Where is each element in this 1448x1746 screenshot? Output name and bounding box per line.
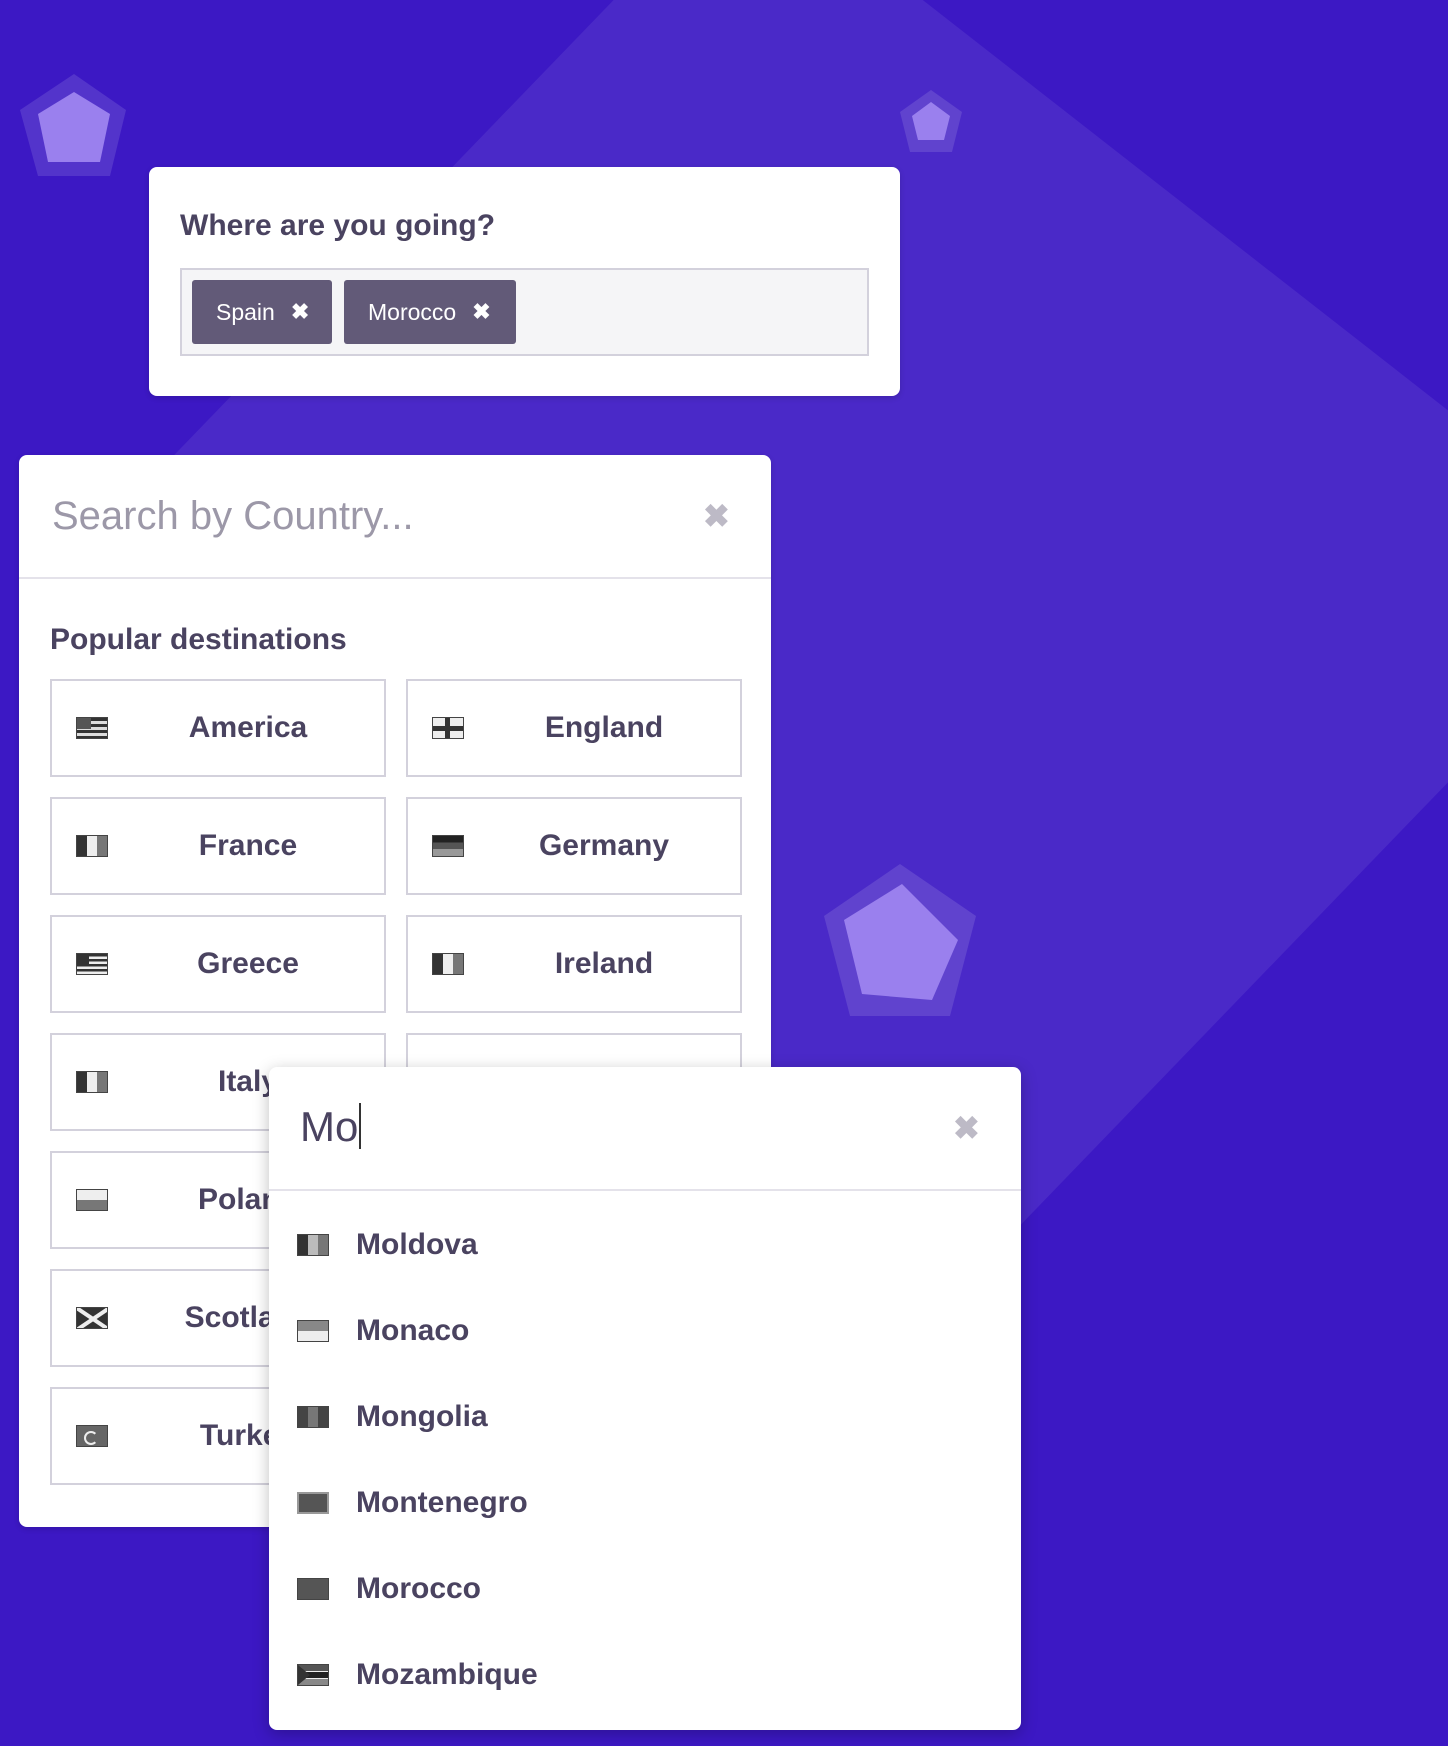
destination-question: Where are you going? bbox=[180, 209, 496, 242]
text-caret bbox=[359, 1103, 362, 1149]
flag-usa-icon bbox=[76, 717, 108, 739]
result-label: Mongolia bbox=[356, 1400, 488, 1433]
destination-greece[interactable]: Greece bbox=[50, 915, 386, 1013]
result-label: Montenegro bbox=[356, 1486, 528, 1519]
remove-tag-icon[interactable]: ✖ bbox=[472, 299, 490, 325]
destination-germany[interactable]: Germany bbox=[406, 797, 742, 895]
flag-greece-icon bbox=[76, 953, 108, 975]
tag-spain: Spain ✖ bbox=[192, 280, 332, 344]
tag-morocco: Morocco ✖ bbox=[344, 280, 516, 344]
flag-england-icon bbox=[432, 717, 464, 739]
tag-label: Morocco bbox=[368, 298, 457, 325]
flag-monaco-icon bbox=[297, 1320, 329, 1342]
destination-england[interactable]: England bbox=[406, 679, 742, 777]
pentagon-decoration-large-icon bbox=[824, 864, 976, 1016]
result-label: Monaco bbox=[356, 1314, 470, 1347]
flag-morocco-icon bbox=[297, 1578, 329, 1600]
destination-label: Germany bbox=[538, 829, 670, 862]
tag-label: Spain bbox=[216, 298, 275, 325]
flag-moldova-icon bbox=[297, 1234, 329, 1256]
destination-label: America bbox=[188, 711, 308, 744]
result-item-mongolia[interactable]: Mongolia bbox=[269, 1374, 1021, 1460]
clear-search-icon[interactable]: ✖ bbox=[953, 1109, 980, 1147]
destination-france[interactable]: France bbox=[50, 797, 386, 895]
result-item-montenegro[interactable]: Montenegro bbox=[269, 1460, 1021, 1546]
destination-label: France bbox=[198, 829, 298, 862]
flag-turkey-icon bbox=[76, 1425, 108, 1447]
flag-germany-icon bbox=[432, 835, 464, 857]
flag-france-icon bbox=[76, 835, 108, 857]
country-search-input[interactable] bbox=[50, 483, 654, 549]
destination-label: Ireland bbox=[554, 947, 654, 980]
flag-mongolia-icon bbox=[297, 1406, 329, 1428]
result-item-morocco[interactable]: Morocco bbox=[269, 1546, 1021, 1632]
pentagon-decoration-icon bbox=[20, 74, 126, 176]
results-search-input[interactable]: Mo bbox=[300, 1103, 362, 1151]
search-query: Mo bbox=[300, 1103, 359, 1150]
pentagon-decoration-small-icon bbox=[900, 90, 962, 152]
flag-ireland-icon bbox=[432, 953, 464, 975]
result-label: Moldova bbox=[356, 1228, 478, 1261]
result-item-mozambique[interactable]: Mozambique bbox=[269, 1632, 1021, 1718]
result-item-monaco[interactable]: Monaco bbox=[269, 1288, 1021, 1374]
popular-destinations-title: Popular destinations bbox=[50, 623, 347, 656]
result-label: Mozambique bbox=[356, 1658, 538, 1691]
flag-montenegro-icon bbox=[297, 1492, 329, 1514]
flag-scotland-icon bbox=[76, 1307, 108, 1329]
tag-input-field[interactable]: Spain ✖ Morocco ✖ bbox=[180, 268, 869, 356]
destination-america[interactable]: America bbox=[50, 679, 386, 777]
destination-tags-card: Where are you going? Spain ✖ Morocco ✖ bbox=[149, 167, 900, 396]
search-results-panel: Mo ✖ Moldova Monaco Mongolia Montenegro … bbox=[269, 1067, 1021, 1730]
results-search-bar[interactable]: Mo ✖ bbox=[269, 1067, 1021, 1191]
destination-label: Greece bbox=[197, 947, 299, 980]
destination-label: England bbox=[544, 711, 664, 744]
destination-ireland[interactable]: Ireland bbox=[406, 915, 742, 1013]
result-label: Morocco bbox=[356, 1572, 482, 1605]
flag-mozambique-icon bbox=[297, 1664, 329, 1686]
country-search-bar: ✖ bbox=[19, 455, 771, 579]
result-item-moldova[interactable]: Moldova bbox=[269, 1202, 1021, 1288]
remove-tag-icon[interactable]: ✖ bbox=[291, 299, 309, 325]
clear-search-icon[interactable]: ✖ bbox=[703, 497, 730, 535]
flag-poland-icon bbox=[76, 1189, 108, 1211]
flag-italy-icon bbox=[76, 1071, 108, 1093]
